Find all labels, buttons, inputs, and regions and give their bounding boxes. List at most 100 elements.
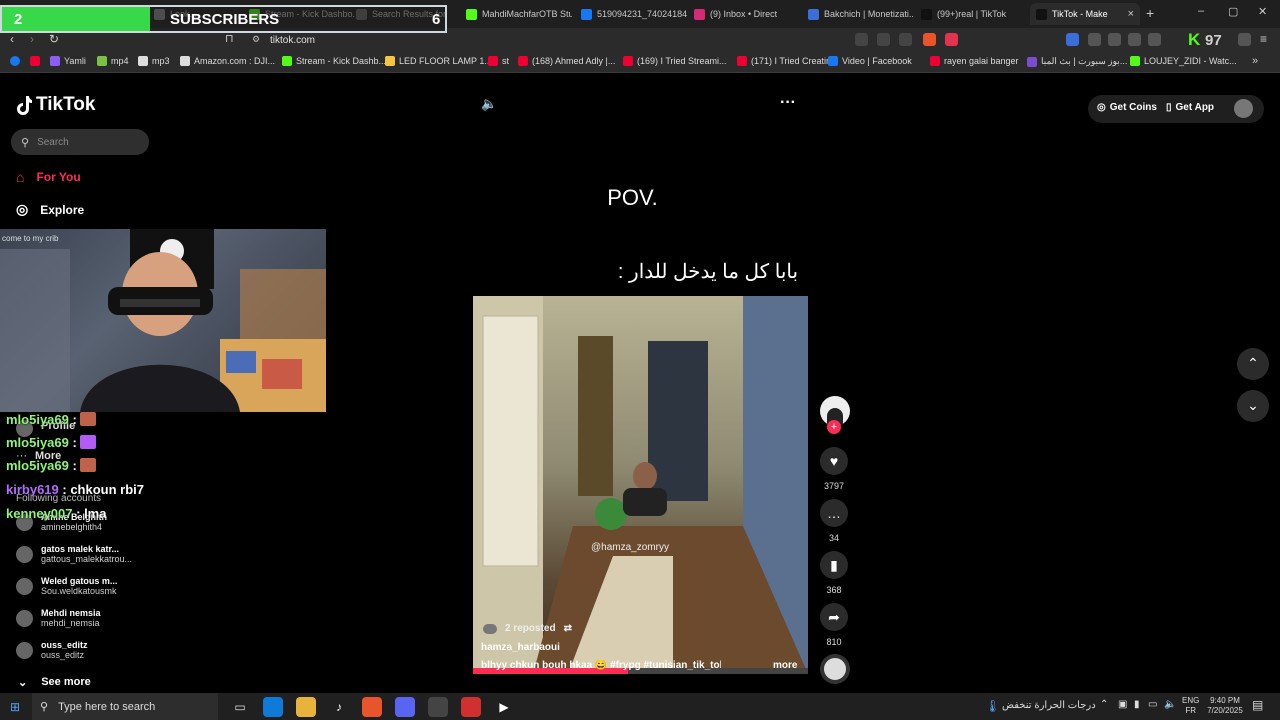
clock[interactable]: 9:40 PM 7/20/2025 <box>1202 696 1248 716</box>
bookmark-item[interactable]: st <box>488 56 509 66</box>
site-info-icon[interactable]: ⚙ <box>252 34 260 45</box>
tray-overflow-icon[interactable]: ⌃ <box>1100 699 1108 710</box>
browser-tab[interactable]: TikTok - Make × <box>1030 3 1140 25</box>
bookmark-page-icon[interactable]: ⊓ <box>225 32 234 45</box>
bookmark-item[interactable]: Amazon.com : DJI... <box>180 56 275 66</box>
facebook-bookmark-icon[interactable] <box>10 56 20 66</box>
streamer-webcam: come to my crib <box>0 229 326 412</box>
file-explorer-icon[interactable] <box>296 697 316 717</box>
app-icon[interactable] <box>461 697 481 717</box>
browser-tab[interactable]: MahdiMachfarOTB Stu... <box>460 3 572 25</box>
save-button[interactable]: ▮ 368 <box>820 551 848 595</box>
forward-icon[interactable]: › <box>30 32 34 46</box>
chat-message: kirby619 : chkoun rbi7 <box>6 482 144 497</box>
bookmark-item[interactable]: Stream - Kick Dashb... <box>282 56 386 66</box>
chevron-down-icon: ⌄ <box>18 677 28 689</box>
tiktok-search-input[interactable]: ⚲ Search <box>11 129 149 155</box>
bookmark-label: mp3 <box>152 56 170 66</box>
ai-icon[interactable] <box>1238 33 1251 46</box>
browser-tab[interactable]: Bakchich | Monetizati... <box>802 3 914 25</box>
weather-text[interactable]: درجات الحرارة تنخفض <box>1002 700 1096 711</box>
comment-button[interactable]: … 34 <box>820 499 848 543</box>
extension-icon-2[interactable] <box>877 33 890 46</box>
see-more-button[interactable]: ⌄ See more <box>18 676 91 689</box>
follow-plus-icon[interactable]: + <box>827 420 841 434</box>
bookmark-item[interactable]: Video | Facebook <box>828 56 912 66</box>
following-account[interactable]: Weled gatous m... Sou.weldkatousmk <box>16 576 117 596</box>
bookmark-item[interactable]: (169) I Tried Streami... <box>623 56 727 66</box>
account-text: ouss_editz ouss_editz <box>41 640 88 660</box>
bookmark-favicon-icon <box>180 56 190 66</box>
bookmark-item[interactable]: mp4 <box>97 56 129 66</box>
author-avatar-button[interactable]: + <box>820 396 850 434</box>
nav-for-you[interactable]: ⌂ For You <box>16 169 81 185</box>
account-avatar <box>16 610 33 627</box>
following-account[interactable]: ouss_editz ouss_editz <box>16 640 88 660</box>
share-button[interactable]: ➦ 810 <box>820 603 848 647</box>
tray-icon-1[interactable]: ▣ <box>1118 699 1127 710</box>
minimize-icon[interactable]: – <box>1198 5 1204 17</box>
bookmark-item[interactable]: LED FLOOR LAMP 1... <box>385 56 492 66</box>
notifications-icon[interactable]: ▤ <box>1252 698 1263 712</box>
volume-icon[interactable]: 🔈 <box>481 96 497 112</box>
browser-tab[interactable]: 519094231_740241840... <box>575 3 687 25</box>
extension-icon-5[interactable] <box>1108 33 1121 46</box>
sidebar-icon[interactable] <box>1148 33 1161 46</box>
media-player-icon[interactable]: ▶ <box>494 697 514 717</box>
bookmark-item[interactable]: Yamli <box>50 56 86 66</box>
tiktok-app-icon[interactable]: ♪ <box>329 697 349 717</box>
following-account[interactable]: Mehdi nemsia mehdi_nemsia <box>16 608 101 628</box>
bookmark-item[interactable]: (171) I Tried Creatin... <box>737 56 839 66</box>
video-author[interactable]: hamza_harbaoui <box>481 642 560 653</box>
task-view-icon[interactable]: ▭ <box>230 697 250 717</box>
chat-message: kenney007 : lma <box>6 506 106 521</box>
language-indicator[interactable]: ENG FR <box>1182 696 1199 716</box>
browser-tab[interactable]: (9) Inbox • Direct <box>688 3 800 25</box>
brave-rewards-icon[interactable] <box>945 33 958 46</box>
extensions-icon[interactable] <box>1128 33 1141 46</box>
tiktok-logo[interactable]: TikTok <box>16 94 95 116</box>
bookmarks-overflow-icon[interactable]: » <box>1252 55 1258 67</box>
get-coins-button[interactable]: ◎ Get Coins <box>1097 102 1157 113</box>
edge-icon[interactable] <box>263 697 283 717</box>
next-video-button[interactable]: ⌄ <box>1237 390 1269 422</box>
bookmark-item[interactable]: LOUJEY_ZIDI - Watc... <box>1130 56 1237 66</box>
discord-icon[interactable] <box>395 697 415 717</box>
extension-icon-3[interactable] <box>1066 33 1079 46</box>
browser-tab[interactable]: (99+)real | TikTok <box>915 3 1027 25</box>
bookmark-item[interactable]: rayen galai banger <box>930 56 1019 66</box>
back-icon[interactable]: ‹ <box>10 32 14 46</box>
tray-icon-2[interactable]: ▮ <box>1134 699 1140 710</box>
extension-icon-1[interactable] <box>855 33 868 46</box>
menu-icon[interactable]: ≡ <box>1260 32 1267 46</box>
bookmark-item[interactable]: (168) Ahmed Adly |... <box>518 56 615 66</box>
close-tab-icon[interactable]: × <box>1128 8 1134 20</box>
brave-shields-icon[interactable] <box>923 33 936 46</box>
taskbar-search[interactable]: ⚲ Type here to search <box>32 693 218 720</box>
network-icon[interactable]: ▭ <box>1148 699 1157 710</box>
windows-start-icon[interactable]: ⊞ <box>5 697 25 717</box>
bookmark-item[interactable]: mp3 <box>138 56 170 66</box>
get-app-button[interactable]: ▯ Get App <box>1166 102 1214 113</box>
video-player[interactable]: @hamza_zomryy 2 reposted ⇄ hamza_harbaou… <box>473 296 808 674</box>
account-handle: gattous_malekkatrou... <box>41 554 133 564</box>
description-more-button[interactable]: more <box>773 660 797 671</box>
previous-video-button[interactable]: ⌃ <box>1237 348 1269 380</box>
volume-icon[interactable]: 🔈 <box>1164 699 1176 710</box>
new-tab-icon[interactable]: + <box>1146 5 1154 21</box>
music-disc-button[interactable] <box>820 654 850 684</box>
reload-icon[interactable]: ↻ <box>49 32 59 46</box>
options-dots-icon[interactable]: ··· <box>780 94 796 112</box>
close-window-icon[interactable]: ✕ <box>1258 5 1267 18</box>
maximize-icon[interactable]: ▢ <box>1228 5 1238 18</box>
share-icon[interactable] <box>899 33 912 46</box>
youtube-bookmark-icon[interactable] <box>30 56 40 66</box>
user-avatar[interactable] <box>1234 99 1253 118</box>
obs-icon[interactable] <box>428 697 448 717</box>
like-button[interactable]: ♥ 3797 <box>820 447 848 491</box>
brave-browser-icon[interactable] <box>362 697 382 717</box>
extension-icon-4[interactable] <box>1088 33 1101 46</box>
following-account[interactable]: gatos malek katr... gattous_malekkatrou..… <box>16 544 132 564</box>
address-bar[interactable]: ⚙ tiktok.com <box>252 31 842 50</box>
bookmark-item[interactable]: بوز سبورت | بث المبا... <box>1027 56 1127 67</box>
